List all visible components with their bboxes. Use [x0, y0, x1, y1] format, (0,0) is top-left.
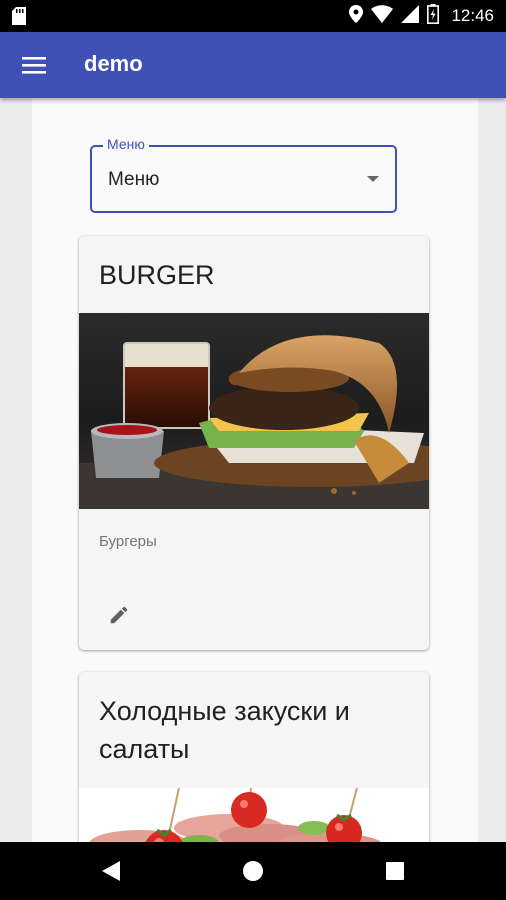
category-card[interactable]: Холодные закуски и салаты: [79, 672, 429, 842]
dropdown-arrow-icon[interactable]: [367, 176, 379, 182]
battery-icon: [427, 3, 440, 29]
navigation-bar: [0, 842, 506, 900]
wifi-icon: [371, 4, 394, 28]
appetizer-photo: [79, 788, 429, 842]
burger-photo: [79, 313, 429, 509]
card-title: BURGER: [99, 260, 215, 290]
menu-select-value: Меню: [108, 169, 160, 190]
card-subtitle: Бургеры: [99, 533, 157, 550]
menu-select-label: Меню: [103, 136, 149, 152]
main-content[interactable]: Меню Меню BURGER Бургеры Холодные закуск…: [32, 98, 478, 842]
card-title: Холодные закуски и салаты: [99, 696, 350, 764]
signal-icon: [401, 4, 420, 28]
category-card[interactable]: BURGER Бургеры: [79, 236, 429, 650]
location-icon: [349, 4, 364, 28]
sd-card-icon: [12, 7, 26, 30]
home-icon[interactable]: [238, 856, 268, 886]
app-bar: demo: [0, 32, 506, 98]
app-title: demo: [84, 51, 143, 76]
hamburger-menu-icon[interactable]: [14, 46, 54, 84]
status-bar: 12:46: [0, 0, 506, 32]
recents-icon[interactable]: [380, 856, 410, 886]
edit-icon[interactable]: [99, 595, 139, 635]
menu-select[interactable]: Меню Меню: [90, 136, 397, 213]
clock: 12:46: [451, 6, 494, 25]
back-icon[interactable]: [96, 856, 126, 886]
